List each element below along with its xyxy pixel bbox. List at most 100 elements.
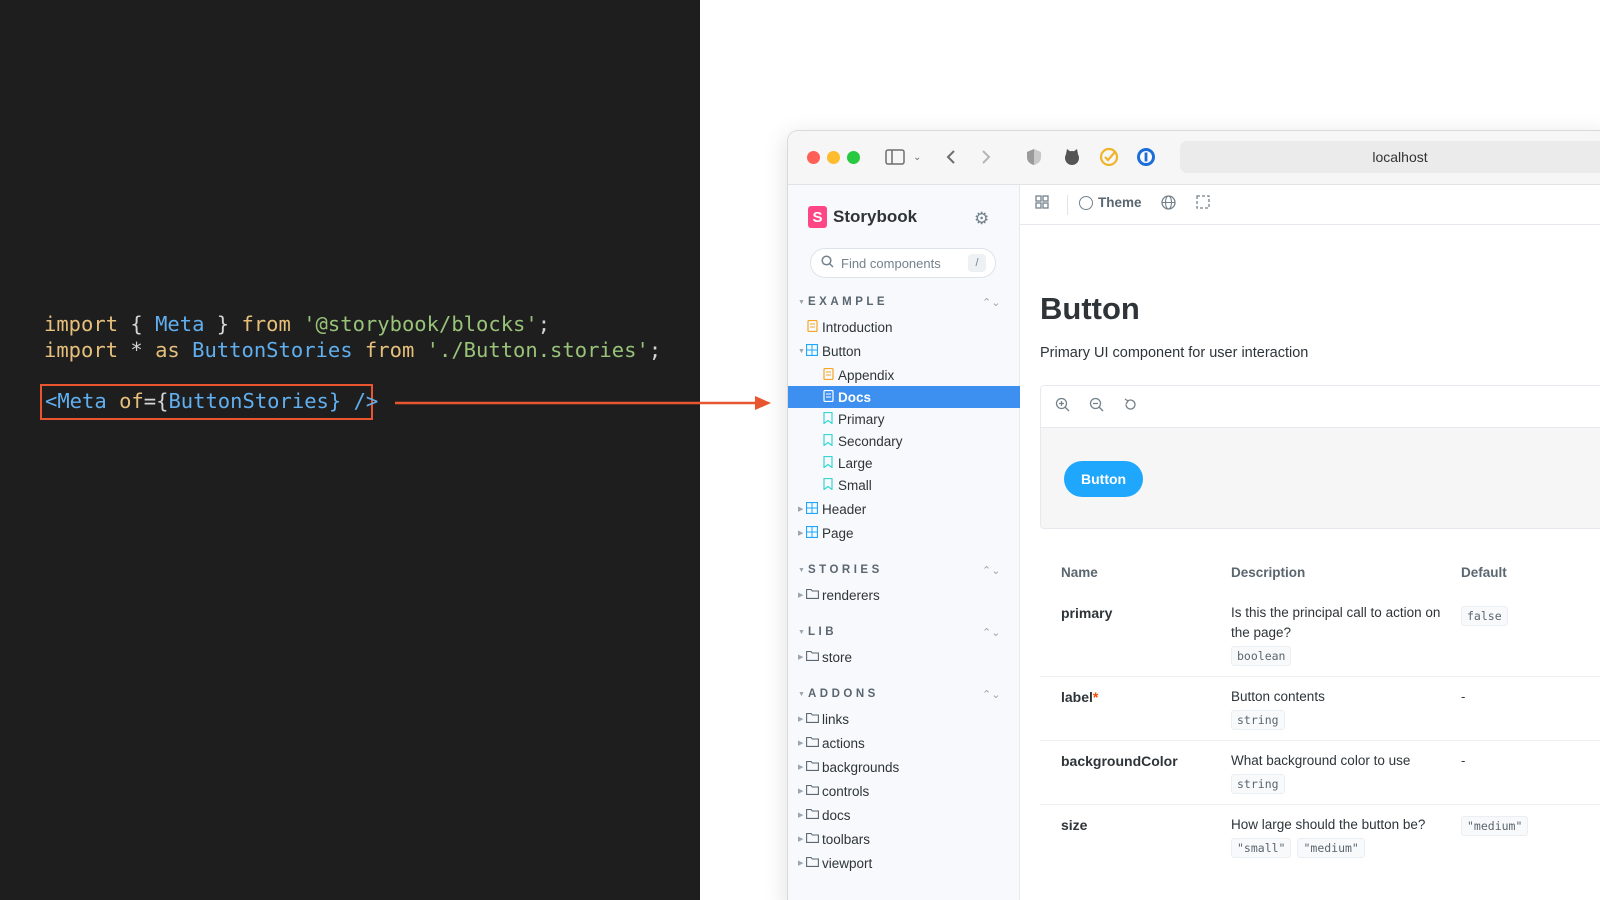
shield-icon[interactable] [1026,145,1042,169]
type-chip: boolean [1231,646,1292,666]
sidebar-item-viewport[interactable]: ▶ viewport [788,852,1020,874]
sidebar-item-docs-folder[interactable]: ▶ docs [788,804,1020,826]
sidebar-item-header[interactable]: ▶ Header [788,498,1020,520]
component-icon [805,525,819,541]
expand-collapse-icon[interactable]: ⌃⌄ [982,296,1000,309]
search-input[interactable] [841,255,961,271]
sidebar-item-toolbars[interactable]: ▶ toolbars [788,828,1020,850]
caret-down-icon: ▼ [798,298,805,306]
storybook-brand[interactable]: S Storybook [808,206,917,228]
sidebar-item-label: Small [838,477,872,493]
sidebar-item-renderers[interactable]: ▶ renderers [788,584,1020,606]
sidebar-item-links[interactable]: ▶ links [788,708,1020,730]
forward-icon[interactable] [980,145,992,169]
sidebar-item-label: Primary [838,411,885,427]
folder-icon [806,808,819,822]
sidebar-item-secondary[interactable]: Secondary [788,430,1020,452]
story-primary-button[interactable]: Button [1064,461,1144,497]
arg-name: size [1061,817,1088,833]
code-line-meta-tag: <Meta of={ButtonStories} /> [45,389,378,413]
expand-collapse-icon[interactable]: ⌃⌄ [982,688,1000,701]
sidebar-item-label: Page [822,525,854,541]
description-text: Button contents [1231,689,1325,704]
extension-octocat-icon[interactable] [1063,145,1081,169]
caret-down-icon: ▼ [798,690,805,698]
bookmark-icon [822,477,834,493]
theme-label: Theme [1098,195,1142,210]
maximize-window-button[interactable] [847,151,860,164]
sidebar-item-controls[interactable]: ▶ controls [788,780,1020,802]
description-text: Is this the principal call to action on … [1231,605,1441,640]
story-preview: Button [1040,385,1600,529]
column-header-name: Name [1061,565,1098,580]
description-text: How large should the button be? [1231,817,1426,832]
zoom-in-icon[interactable] [1055,397,1070,415]
arg-name: primary [1061,605,1113,621]
table-row: backgroundColor What background color to… [1040,741,1600,805]
code-token: ButtonStories [192,338,353,362]
password-manager-icon[interactable] [1136,145,1156,169]
sidebar-item-introduction[interactable]: Introduction [788,316,1020,338]
section-label: LIB [808,626,838,638]
section-label: EXAMPLE [808,296,889,308]
measure-icon[interactable] [1196,195,1210,213]
caret-right-icon: ▶ [798,788,804,795]
caret-right-icon: ▶ [798,530,804,537]
search-box[interactable]: / [810,248,996,278]
folder-icon [806,784,819,798]
code-token: ={ [143,389,169,413]
component-icon [805,343,819,359]
section-lib[interactable]: ▼ LIB ⌃⌄ [788,621,1020,643]
back-icon[interactable] [945,145,957,169]
section-example[interactable]: ▼ EXAMPLE ⌃⌄ [788,291,1020,313]
minimize-window-button[interactable] [827,151,840,164]
theme-button[interactable]: Theme [1079,195,1142,210]
zoom-out-icon[interactable] [1089,397,1104,415]
code-token: } [204,312,242,336]
sidebar-item-page[interactable]: ▶ Page [788,522,1020,544]
chevron-down-icon[interactable]: ⌄ [913,145,921,169]
section-stories[interactable]: ▼ STORIES ⌃⌄ [788,559,1020,581]
close-window-button[interactable] [807,151,820,164]
sidebar-item-label: Header [822,501,867,517]
main-toolbar: Theme [1020,185,1600,225]
type-chip: string [1231,774,1285,794]
gear-icon[interactable]: ⚙ [974,209,989,229]
code-token: from [241,312,291,336]
search-icon [821,255,834,271]
expand-collapse-icon[interactable]: ⌃⌄ [982,564,1000,577]
sidebar-item-label: viewport [822,855,873,871]
sidebar-item-small[interactable]: Small [788,474,1020,496]
code-token: of [119,389,144,413]
address-bar[interactable]: localhost ↻ [1180,141,1600,173]
code-token: < [45,389,58,413]
code-panel: import { Meta } from '@storybook/blocks'… [0,0,700,900]
sidebar-item-label: actions [822,735,865,751]
bookmark-icon [822,433,834,449]
sidebar-item-store[interactable]: ▶ store [788,646,1020,668]
expand-collapse-icon[interactable]: ⌃⌄ [982,626,1000,639]
caret-right-icon: ▶ [798,654,804,661]
code-line-import-meta: import { Meta } from '@storybook/blocks'… [44,312,550,336]
sidebar-item-actions[interactable]: ▶ actions [788,732,1020,754]
search-shortcut-badge: / [968,254,986,272]
sidebar-item-docs[interactable]: Docs [788,386,1020,408]
sidebar-item-primary[interactable]: Primary [788,408,1020,430]
zoom-reset-icon[interactable] [1123,397,1138,415]
sidebar-item-backgrounds[interactable]: ▶ backgrounds [788,756,1020,778]
grid-icon[interactable] [1035,195,1049,213]
sidebar-item-large[interactable]: Large [788,452,1020,474]
extension-check-icon[interactable] [1099,145,1119,169]
required-icon: * [1092,689,1099,705]
globe-icon[interactable] [1161,195,1176,214]
sidebar-item-appendix[interactable]: Appendix [788,364,1020,386]
section-addons[interactable]: ▼ ADDONS ⌃⌄ [788,683,1020,705]
sidebar-item-button[interactable]: ▼ Button [788,340,1020,362]
type-chip: string [1231,710,1285,730]
sidebar-toggle-icon[interactable] [885,145,905,169]
code-token: '@storybook/blocks' [303,312,538,336]
code-token: import [44,338,119,362]
sidebar-item-label: store [822,649,853,665]
